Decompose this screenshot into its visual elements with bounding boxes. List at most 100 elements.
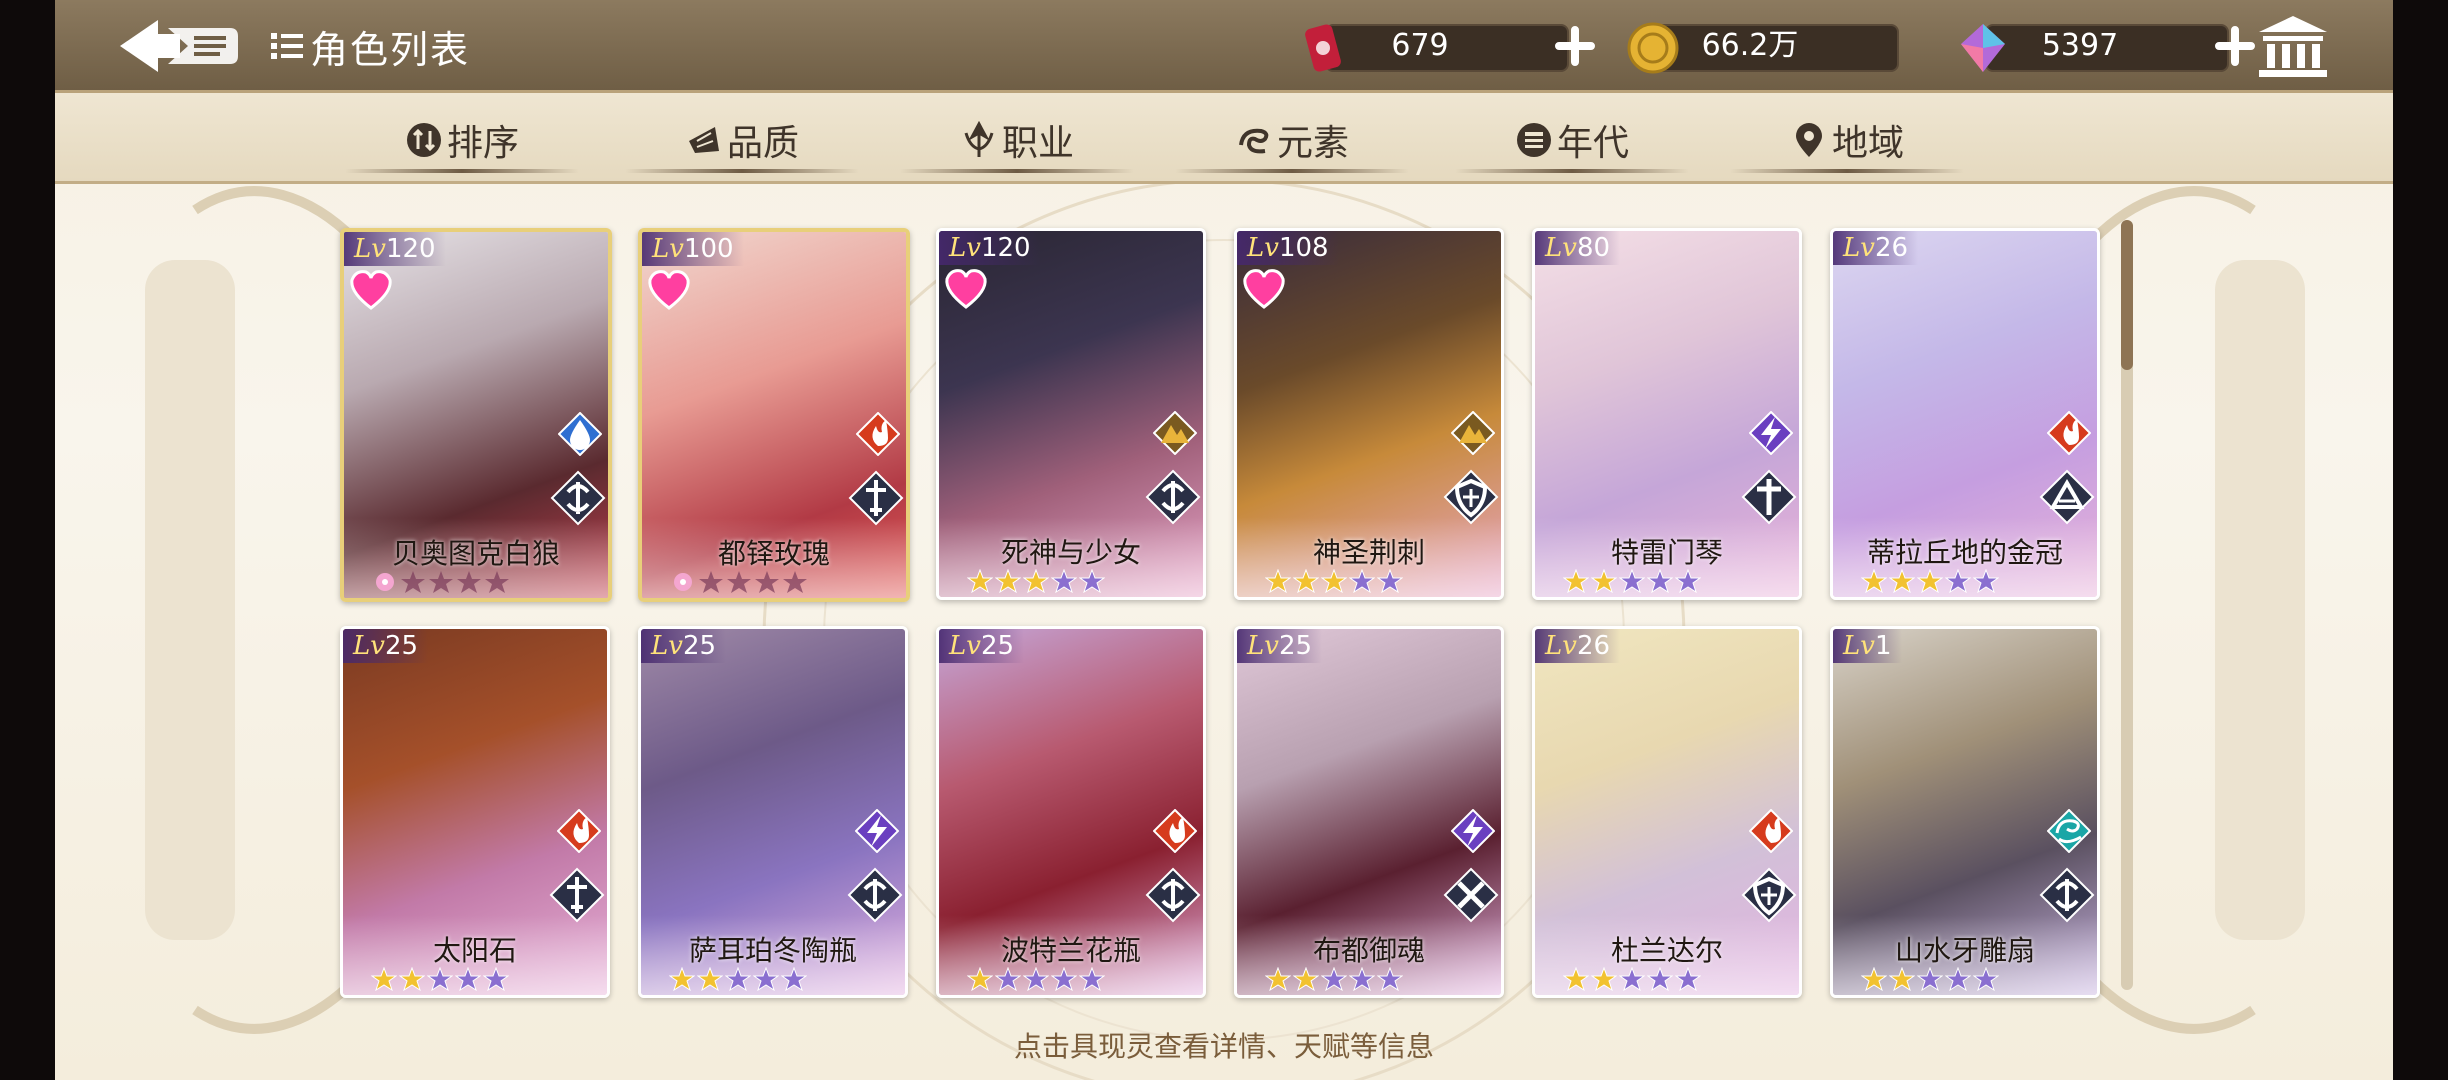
element-icon [1239, 128, 1269, 154]
star-icon [1647, 569, 1673, 593]
star-icon [669, 967, 695, 991]
fire-element-icon [557, 809, 601, 853]
archer-class-icon [550, 470, 606, 526]
gold-value: 66.2万 [1701, 28, 1799, 63]
star-icon [1647, 967, 1673, 991]
star-icon [1349, 967, 1375, 991]
character-name: 死神与少女 [1000, 536, 1141, 569]
level-value: 25 [682, 631, 717, 661]
star-icon [1591, 569, 1617, 593]
tab-era[interactable]: 年代 [1454, 113, 1690, 173]
back-arrow-icon [120, 20, 238, 72]
character-card[interactable]: Lv108 神圣荆刺 [1234, 228, 1504, 600]
character-card[interactable]: Lv25 布都御魂 [1234, 626, 1504, 998]
star-slot-icon [727, 571, 751, 593]
tab-sort-label: 排序 [447, 123, 520, 164]
character-card[interactable]: Lv80 特雷门琴 [1532, 228, 1802, 600]
star-icon [725, 967, 751, 991]
book-class-icon [2039, 469, 2095, 525]
star-icon [1619, 569, 1645, 593]
add-gem-button[interactable] [2215, 26, 2255, 66]
star-icon [1377, 569, 1403, 593]
level-value: 120 [385, 234, 436, 264]
character-name: 特雷门琴 [1610, 536, 1723, 569]
scrollbar-thumb[interactable] [2121, 220, 2133, 370]
star-icon [1619, 967, 1645, 991]
star-icon [1265, 569, 1291, 593]
level-value: 120 [980, 233, 1031, 263]
star-slot-icon [457, 571, 481, 593]
earth-element-icon [1153, 411, 1197, 455]
star-icon [1563, 967, 1589, 991]
character-card[interactable]: Lv25 波特兰花瓶 [936, 626, 1206, 998]
shield-class-icon [1741, 867, 1797, 923]
level-prefix: Lv [1545, 631, 1577, 661]
level-label: Lv25 [1237, 629, 1323, 663]
wind-element-icon [2047, 809, 2091, 853]
tab-class[interactable]: 职业 [899, 113, 1135, 173]
level-prefix: Lv [1545, 233, 1577, 263]
character-card[interactable]: Lv26 杜兰达尔 [1532, 626, 1802, 998]
star-rating [371, 967, 509, 991]
list-icon [271, 33, 303, 59]
filter-bar: 排序 品质 职业 元素 年代 地域 [55, 93, 2393, 184]
add-stamina-button[interactable] [1555, 26, 1595, 66]
tab-quality[interactable]: 品质 [624, 113, 860, 173]
heart-icon [945, 269, 987, 309]
star-icon [1945, 967, 1971, 991]
level-prefix: Lv [651, 631, 683, 661]
stamina-value: 679 [1391, 28, 1449, 63]
star-icon [1377, 967, 1403, 991]
level-label: Lv120 [344, 232, 446, 266]
star-icon [1321, 569, 1347, 593]
back-button[interactable] [110, 14, 250, 78]
tab-class-label: 职业 [1002, 123, 1075, 164]
star-icon [1675, 569, 1701, 593]
star-icon [995, 967, 1021, 991]
level-prefix: Lv [949, 631, 981, 661]
star-rating [372, 570, 510, 594]
tab-element[interactable]: 元素 [1174, 113, 1410, 173]
star-icon [1079, 967, 1105, 991]
character-name: 杜兰达尔 [1610, 934, 1723, 967]
star-rating [1563, 569, 1701, 593]
gem-counter: 5397 [1955, 20, 2255, 72]
crossed-swords-class-icon [1443, 867, 1499, 923]
level-prefix: Lv [1843, 233, 1875, 263]
character-card[interactable]: Lv25 萨耳珀冬陶瓶 [638, 626, 908, 998]
level-label: Lv25 [641, 629, 727, 663]
top-bar: 角色列表 679 66.2万 5397 [55, 0, 2393, 93]
level-value: 26 [1874, 233, 1909, 263]
star-slot-icon [699, 571, 723, 593]
character-card[interactable]: Lv120 死神与少女 [936, 228, 1206, 600]
tab-element-label: 元素 [1277, 123, 1350, 164]
cross-class-icon [1741, 469, 1797, 525]
character-card[interactable]: Lv25 太阳石 [340, 626, 610, 998]
character-name: 波特兰花瓶 [1000, 934, 1141, 967]
heart-icon [648, 270, 690, 310]
tab-sort[interactable]: 排序 [344, 113, 580, 173]
level-prefix: Lv [949, 233, 981, 263]
blossom-icon [674, 573, 692, 591]
level-label: Lv26 [1535, 629, 1621, 663]
character-name: 萨耳珀冬陶瓶 [688, 934, 857, 967]
rainbow-gem-icon [1961, 24, 2005, 72]
sort-icon [407, 123, 441, 157]
level-prefix: Lv [1247, 631, 1279, 661]
gem-value: 5397 [2041, 28, 2119, 63]
character-card[interactable]: Lv1 山水牙雕扇 [1830, 626, 2100, 998]
era-icon [1517, 123, 1551, 157]
character-card[interactable]: Lv100 都铎玫瑰 [638, 228, 910, 602]
star-rating [1861, 967, 1999, 991]
star-icon [427, 967, 453, 991]
character-card[interactable]: Lv26 蒂拉丘地的金冠 [1830, 228, 2100, 600]
star-rating [670, 570, 808, 594]
tab-region[interactable]: 地域 [1729, 113, 1965, 173]
character-name: 蒂拉丘地的金冠 [1866, 536, 2063, 569]
museum-icon[interactable] [2255, 12, 2331, 80]
level-value: 25 [1278, 631, 1313, 661]
character-card[interactable]: Lv120 贝奥图克白狼 [340, 228, 612, 602]
level-prefix: Lv [1247, 233, 1279, 263]
level-label: Lv25 [343, 629, 429, 663]
star-slot-icon [755, 571, 779, 593]
